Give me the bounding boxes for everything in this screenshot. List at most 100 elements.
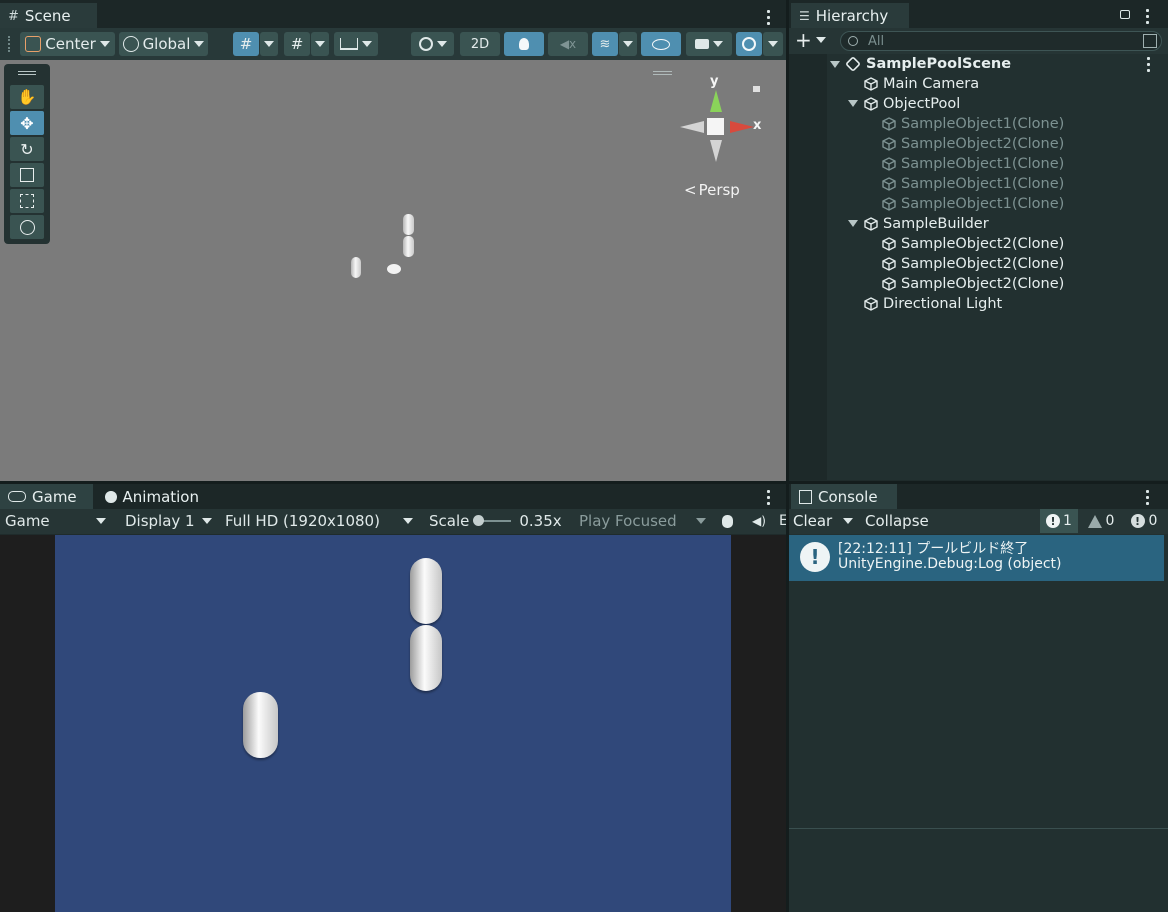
info-count: 1: [1063, 513, 1072, 529]
gizmo-y-axis-cone[interactable]: [710, 90, 722, 112]
gizmos-dropdown[interactable]: [763, 32, 783, 56]
clear-button[interactable]: Clear: [789, 509, 835, 533]
hierarchy-item[interactable]: SampleObject1(Clone): [882, 194, 1064, 214]
console-menu-icon[interactable]: [1146, 490, 1150, 505]
grid-visibility-dropdown[interactable]: [311, 32, 329, 56]
pivot-mode-dropdown[interactable]: Center: [20, 32, 115, 56]
clear-options-dropdown[interactable]: [838, 509, 858, 533]
grid-visibility-toggle[interactable]: #: [284, 32, 310, 56]
chevron-down-icon: [96, 518, 106, 524]
expand-arrow-icon[interactable]: [848, 220, 858, 227]
perspective-icon: <: [684, 181, 697, 199]
game-view-dropdown[interactable]: Game: [0, 509, 112, 533]
pivot-rotation-dropdown[interactable]: Global: [119, 32, 208, 56]
expand-arrow-icon[interactable]: [848, 100, 858, 107]
tab-game[interactable]: Game: [0, 484, 93, 509]
frame-debugger-button[interactable]: [713, 509, 741, 533]
play-mode-label: Play Focused: [579, 512, 677, 530]
rotate-tool[interactable]: ↻: [10, 137, 44, 161]
scene-row-menu-icon[interactable]: [1147, 57, 1151, 72]
expand-search-icon[interactable]: [1143, 34, 1157, 48]
effects-toggle[interactable]: ≋: [592, 32, 618, 56]
scale-tool[interactable]: [10, 163, 44, 187]
increment-snap-dropdown[interactable]: [334, 32, 378, 56]
expand-arrow-icon[interactable]: [830, 60, 840, 68]
hierarchy-menu-icon[interactable]: [1146, 9, 1150, 24]
hierarchy-item[interactable]: SampleObject2(Clone): [882, 254, 1064, 274]
scene-menu-icon[interactable]: [767, 10, 771, 25]
search-input[interactable]: All: [868, 34, 884, 49]
gizmos-toggle[interactable]: [736, 32, 762, 56]
ruler-icon: [340, 38, 358, 50]
scene-capsule[interactable]: [403, 214, 414, 235]
hierarchy-item[interactable]: SampleBuilder: [848, 214, 989, 234]
warning-filter-toggle[interactable]: 0: [1081, 509, 1121, 533]
resolution-dropdown[interactable]: Full HD (1920x1080): [221, 509, 419, 533]
hierarchy-item[interactable]: Main Camera: [864, 74, 979, 94]
scene-root-row[interactable]: SamplePoolScene: [830, 54, 1011, 74]
mute-audio-button[interactable]: ◀): [745, 509, 773, 533]
chevron-down-icon: [194, 41, 205, 47]
audio-toggle[interactable]: ◀x: [548, 32, 588, 56]
info-filter-toggle[interactable]: ! 1: [1040, 509, 1078, 533]
move-tool[interactable]: ✥: [10, 111, 44, 135]
camera-settings-dropdown[interactable]: [686, 32, 732, 56]
lighting-toggle[interactable]: [504, 32, 544, 56]
chevron-down-icon: [815, 37, 826, 43]
scale-slider[interactable]: [473, 515, 512, 526]
collapse-toggle[interactable]: Collapse: [860, 509, 934, 533]
overlay-grip[interactable]: [653, 71, 672, 75]
effects-dropdown[interactable]: [619, 32, 637, 56]
display-dropdown[interactable]: Display 1: [119, 509, 218, 533]
hierarchy-item[interactable]: ObjectPool: [848, 94, 960, 114]
play-mode-dropdown[interactable]: Play Focused: [575, 509, 711, 533]
hierarchy-item-label: SampleObject2(Clone): [901, 236, 1065, 252]
transform-tool[interactable]: [10, 215, 44, 239]
hierarchy-item[interactable]: SampleObject2(Clone): [882, 134, 1064, 154]
grid-snap-toggle[interactable]: #: [233, 32, 259, 56]
hierarchy-item[interactable]: SampleObject1(Clone): [882, 174, 1064, 194]
overflow-indicator-icon: E: [779, 513, 786, 529]
gizmo-x-axis-cone[interactable]: [730, 121, 754, 133]
projection-toggle[interactable]: < Persp: [684, 181, 740, 199]
scene-capsule[interactable]: [351, 257, 361, 278]
gizmo-neg-z-axis-cone[interactable]: [710, 140, 722, 162]
game-menu-icon[interactable]: [767, 490, 771, 505]
grid-snap-dropdown[interactable]: [260, 32, 278, 56]
gizmo-center-cube[interactable]: [707, 118, 724, 135]
eye-slash-icon: [652, 38, 670, 50]
toolbar-grip[interactable]: [8, 36, 11, 52]
scale-slider-thumb[interactable]: [473, 515, 485, 526]
2d-mode-button[interactable]: 2D: [460, 32, 500, 56]
game-viewport[interactable]: [55, 535, 731, 912]
unity-scene-icon: [845, 56, 861, 72]
hierarchy-item[interactable]: SampleObject2(Clone): [882, 274, 1064, 294]
hierarchy-item[interactable]: Directional Light: [864, 294, 1002, 314]
gizmo-neg-x-axis-cone[interactable]: [680, 121, 704, 133]
tab-hierarchy[interactable]: ☰ Hierarchy: [791, 3, 909, 29]
plus-icon: +: [795, 28, 812, 52]
create-dropdown[interactable]: +: [795, 30, 829, 50]
tab-animation[interactable]: Animation: [97, 484, 209, 509]
rect-tool[interactable]: [10, 189, 44, 213]
tab-scene[interactable]: # Scene: [0, 3, 97, 29]
lock-icon[interactable]: [753, 86, 760, 92]
hand-tool[interactable]: ✋: [10, 85, 44, 109]
hierarchy-item[interactable]: SampleObject1(Clone): [882, 154, 1064, 174]
draw-mode-dropdown[interactable]: [411, 32, 454, 56]
error-count: 0: [1148, 513, 1158, 529]
stats-button-partial[interactable]: E: [776, 509, 786, 533]
hierarchy-item[interactable]: SampleObject2(Clone): [882, 234, 1064, 254]
tab-console[interactable]: Console: [791, 484, 897, 509]
pivot-rotation-label: Global: [142, 35, 191, 53]
lock-icon[interactable]: [1120, 10, 1130, 19]
directional-light-icon[interactable]: [387, 264, 401, 274]
hidden-objects-toggle[interactable]: [641, 32, 681, 56]
hierarchy-search[interactable]: All: [840, 31, 1162, 51]
grid-icon: #: [8, 8, 19, 24]
scene-capsule[interactable]: [403, 236, 414, 257]
error-filter-toggle[interactable]: ! 0: [1124, 509, 1164, 533]
tool-palette-grip[interactable]: [18, 71, 36, 75]
hierarchy-item[interactable]: SampleObject1(Clone): [882, 114, 1064, 134]
grid-snap-icon: #: [239, 35, 253, 53]
